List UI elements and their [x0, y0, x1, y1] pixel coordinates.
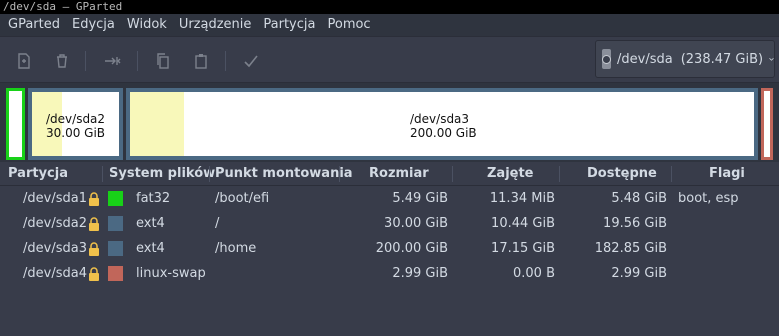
free-space: 5.48 GiB [611, 191, 667, 206]
column-divider [102, 166, 103, 182]
apply-button[interactable] [239, 49, 263, 73]
table-row[interactable]: /dev/sda1 fat32 /boot/efi 5.49 GiB 11.34… [0, 186, 779, 211]
column-divider [339, 166, 340, 182]
partition-table: Partycja System plików Punkt montowania … [0, 162, 779, 336]
toolbar-separator [137, 51, 138, 71]
column-header-used[interactable]: Zajęte [487, 162, 534, 186]
new-partition-button[interactable] [12, 49, 36, 73]
paste-button[interactable] [189, 49, 213, 73]
lock-icon [89, 217, 99, 231]
menu-partition[interactable]: Partycja [257, 14, 321, 36]
filesystem-color-swatch [108, 216, 123, 231]
delete-partition-button[interactable] [50, 49, 74, 73]
lock-icon [89, 192, 99, 206]
device-size: (238.47 GiB) [680, 51, 764, 67]
filesystem-color-swatch [108, 191, 123, 206]
partition-block-sda2[interactable]: /dev/sda2 30.00 GiB [28, 88, 123, 160]
window-title: /dev/sda – GParted [0, 0, 779, 14]
filesystem-type: linux-swap [136, 266, 206, 281]
partition-size: 5.49 GiB [392, 191, 448, 206]
table-header: Partycja System plików Punkt montowania … [0, 162, 779, 186]
menu-help[interactable]: Pomoc [321, 14, 376, 36]
partition-size-label: 30.00 GiB [46, 126, 106, 140]
partition-name-label: /dev/sda3 [410, 112, 470, 126]
partition-flags: boot, esp [678, 191, 739, 206]
partition-size: 200.00 GiB [375, 241, 448, 256]
partition-name: /dev/sda3 [23, 241, 87, 256]
used-space: 17.15 GiB [491, 241, 555, 256]
mount-point: /boot/efi [215, 191, 270, 206]
partition-block-sda3[interactable]: /dev/sda3 200.00 GiB [126, 88, 758, 160]
column-divider [209, 166, 210, 182]
lock-icon [89, 267, 99, 281]
partition-size-label: 200.00 GiB [410, 126, 477, 140]
resize-move-button[interactable] [101, 49, 125, 73]
toolbar-separator [225, 51, 226, 71]
apply-checkmark-icon [244, 55, 258, 68]
chevron-down-icon [769, 57, 774, 61]
copy-icon [157, 53, 169, 69]
used-space: 10.44 GiB [491, 216, 555, 231]
free-space: 182.85 GiB [594, 241, 667, 256]
column-header-flags[interactable]: Flagi [709, 162, 745, 186]
menu-device[interactable]: Urządzenie [173, 14, 258, 36]
table-row[interactable]: /dev/sda2 ext4 / 30.00 GiB 10.44 GiB 19.… [0, 211, 779, 236]
column-header-filesystem[interactable]: System plików [109, 162, 215, 186]
mount-point: /home [215, 241, 257, 256]
free-space: 19.56 GiB [603, 216, 667, 231]
copy-button[interactable] [151, 49, 175, 73]
column-header-mountpoint[interactable]: Punkt montowania [215, 162, 353, 186]
table-row[interactable]: /dev/sda4 linux-swap 2.99 GiB 0.00 B 2.9… [0, 261, 779, 286]
partition-block-sda1[interactable] [6, 88, 25, 160]
partition-block-sda4[interactable] [761, 88, 773, 160]
column-header-size[interactable]: Rozmiar [369, 162, 429, 186]
filesystem-color-swatch [108, 241, 123, 256]
partition-name: /dev/sda2 [23, 216, 87, 231]
filesystem-type: ext4 [136, 241, 165, 256]
column-divider [452, 166, 453, 182]
column-divider [671, 166, 672, 182]
new-partition-icon [18, 53, 30, 69]
used-space-fill [130, 92, 184, 156]
filesystem-type: fat32 [136, 191, 171, 206]
hard-disk-icon [602, 49, 611, 69]
free-space: 2.99 GiB [611, 266, 667, 281]
menu-bar: GParted Edycja Widok Urządzenie Partycja… [0, 14, 779, 36]
delete-icon [57, 54, 67, 68]
used-space: 11.34 MiB [489, 191, 555, 206]
table-row[interactable]: /dev/sda3 ext4 /home 200.00 GiB 17.15 Gi… [0, 236, 779, 261]
column-header-partition[interactable]: Partycja [8, 162, 68, 186]
paste-icon [195, 54, 207, 69]
device-name: /dev/sda [617, 51, 673, 67]
filesystem-type: ext4 [136, 216, 165, 231]
menu-edit[interactable]: Edycja [66, 14, 121, 36]
partition-name-label: /dev/sda2 [46, 112, 106, 126]
partition-name: /dev/sda4 [23, 266, 87, 281]
device-selector[interactable]: /dev/sda (238.47 GiB) [595, 40, 775, 78]
used-space: 0.00 B [513, 266, 555, 281]
filesystem-color-swatch [108, 266, 123, 281]
menu-gparted[interactable]: GParted [0, 14, 66, 36]
partition-map: /dev/sda2 30.00 GiB /dev/sda3 200.00 GiB [0, 83, 779, 162]
column-divider [559, 166, 560, 182]
partition-size: 2.99 GiB [392, 266, 448, 281]
column-header-free[interactable]: Dostępne [587, 162, 657, 186]
toolbar-separator [85, 51, 86, 71]
lock-icon [89, 242, 99, 256]
resize-move-icon [105, 57, 121, 65]
partition-size: 30.00 GiB [384, 216, 448, 231]
menu-view[interactable]: Widok [121, 14, 173, 36]
mount-point: / [215, 216, 220, 231]
partition-name: /dev/sda1 [23, 191, 87, 206]
